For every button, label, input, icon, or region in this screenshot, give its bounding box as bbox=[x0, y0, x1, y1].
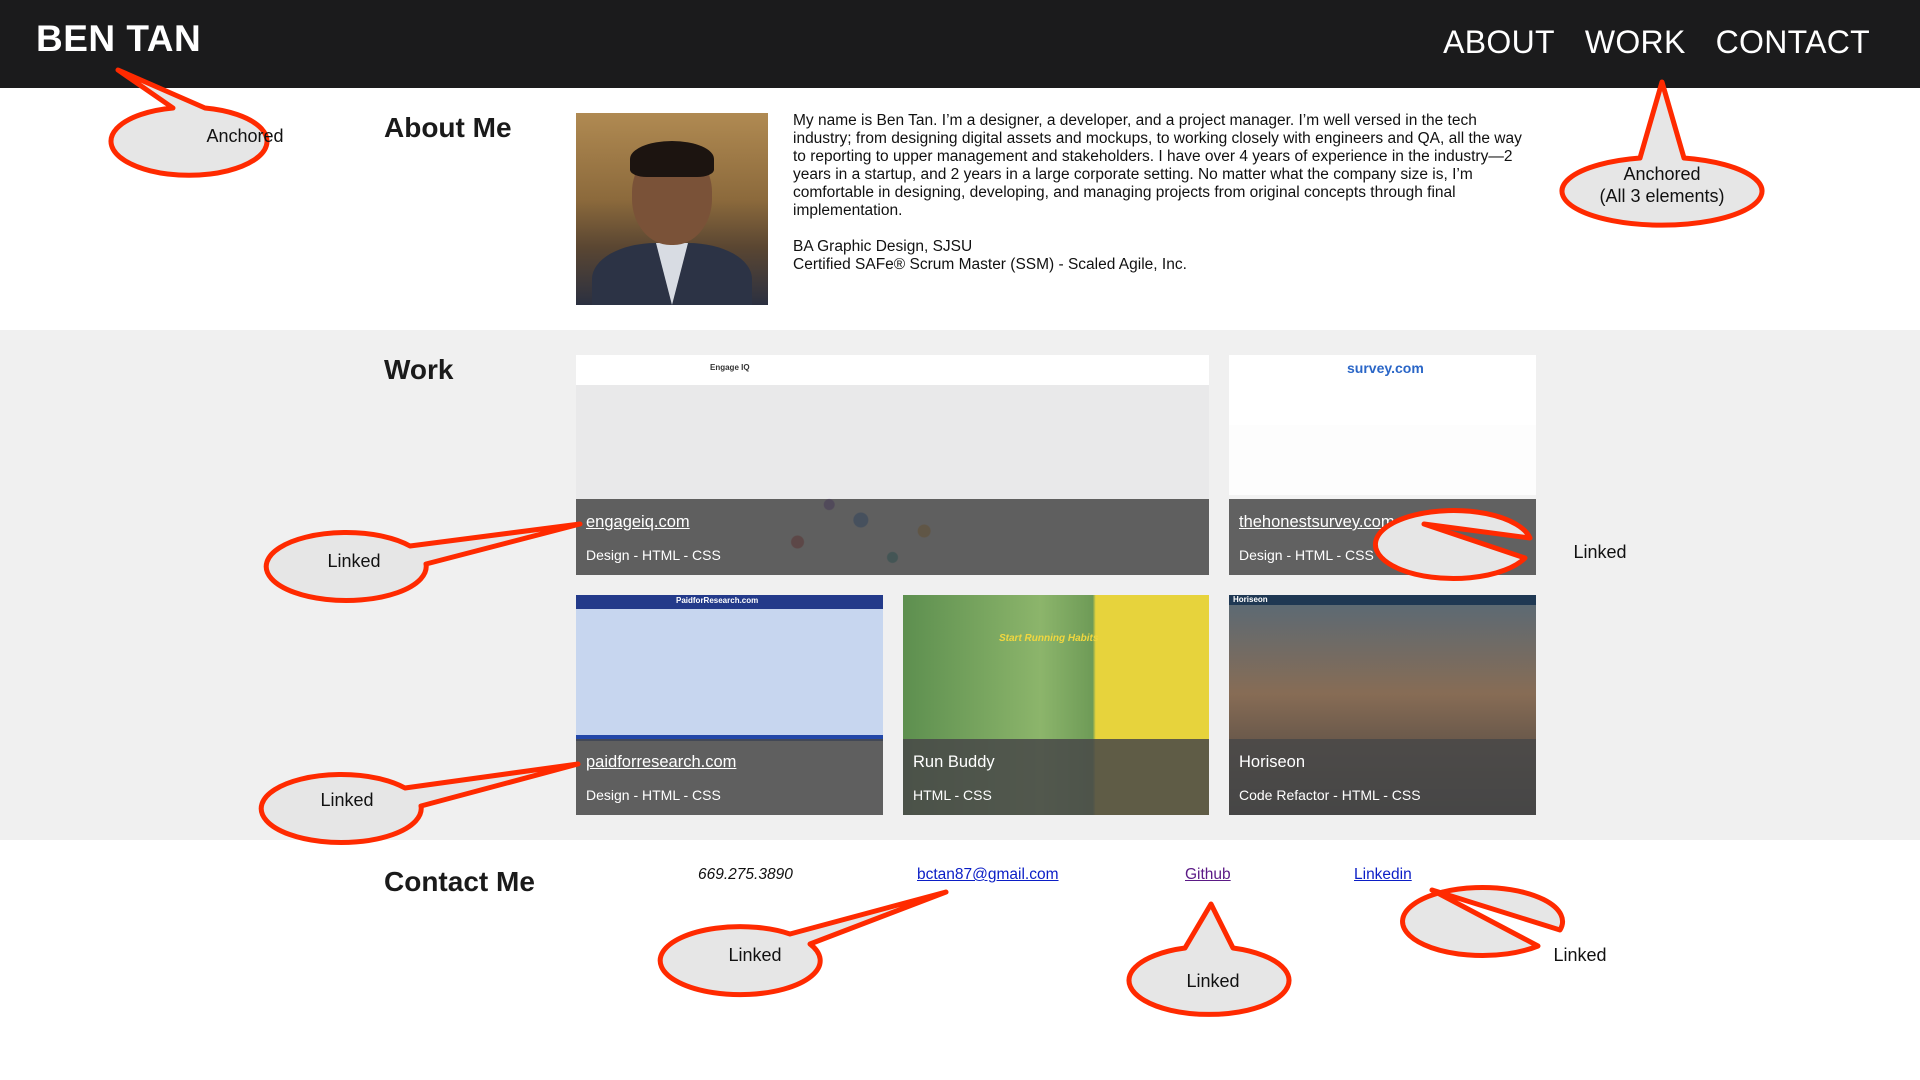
profile-photo bbox=[576, 113, 768, 305]
contact-section: Contact Me 669.275.3890 bctan87@gmail.co… bbox=[0, 840, 1920, 1080]
card-overlay: paidforresearch.com Design - HTML - CSS bbox=[576, 739, 883, 815]
linkedin-link[interactable]: Linkedin bbox=[1354, 866, 1412, 884]
runbuddy-title: Run Buddy bbox=[913, 753, 995, 771]
card-overlay: thehonestsurvey.com Design - HTML - CSS bbox=[1229, 499, 1536, 575]
card-tags: Design - HTML - CSS bbox=[1239, 547, 1374, 563]
brand-link[interactable]: BEN TAN bbox=[36, 18, 201, 60]
card-tags: Design - HTML - CSS bbox=[586, 547, 721, 563]
horiseon-title: Horiseon bbox=[1239, 753, 1306, 771]
callout-github-text: Linked bbox=[1186, 971, 1240, 991]
card-tags: Design - HTML - CSS bbox=[586, 787, 721, 803]
contact-title: Contact Me bbox=[384, 866, 535, 897]
card-tags: Code Refactor - HTML - CSS bbox=[1239, 787, 1421, 803]
work-card-paidforresearch[interactable]: PaidforResearch.com paidforresearch.com … bbox=[576, 595, 883, 815]
honestsurvey-thumb-logo: survey.com bbox=[1347, 360, 1424, 376]
main-nav: ABOUT WORK CONTACT bbox=[1443, 24, 1870, 61]
card-tags: HTML - CSS bbox=[913, 787, 992, 803]
about-section: About Me My name is Ben Tan. I’m a desig… bbox=[0, 88, 1920, 330]
callout-nav-line1: Anchored bbox=[1623, 164, 1701, 184]
nav-work[interactable]: WORK bbox=[1585, 24, 1686, 61]
bio-text: My name is Ben Tan. I’m a designer, a de… bbox=[793, 112, 1522, 219]
work-section: Work Engage IQ engageiq.com Design - HTM… bbox=[0, 330, 1920, 840]
nav-contact[interactable]: CONTACT bbox=[1716, 24, 1870, 61]
nav-about[interactable]: ABOUT bbox=[1443, 24, 1555, 61]
callout-email-text: Linked bbox=[728, 945, 782, 965]
horiseon-thumb-logo: Horiseon bbox=[1233, 595, 1268, 604]
paidforresearch-link[interactable]: paidforresearch.com bbox=[586, 753, 736, 772]
github-link[interactable]: Github bbox=[1185, 866, 1231, 884]
callout-brand-text: Anchored bbox=[206, 126, 284, 146]
about-bio: My name is Ben Tan. I’m a designer, a de… bbox=[793, 112, 1538, 274]
runbuddy-thumb-headline: Start Running Habits bbox=[999, 633, 1099, 644]
card-overlay: Horiseon Code Refactor - HTML - CSS bbox=[1229, 739, 1536, 815]
paidforresearch-thumb-logo: PaidforResearch.com bbox=[676, 596, 759, 605]
callout-paidforresearch-text: Linked bbox=[320, 790, 374, 810]
callout-linkedin-text: Linked bbox=[1553, 945, 1607, 965]
site-header: BEN TAN ABOUT WORK CONTACT bbox=[0, 0, 1920, 88]
about-title: About Me bbox=[384, 112, 512, 143]
work-card-engageiq[interactable]: Engage IQ engageiq.com Design - HTML - C… bbox=[576, 355, 1209, 575]
card-overlay: Run Buddy HTML - CSS bbox=[903, 739, 1209, 815]
certification-text: Certified SAFe® Scrum Master (SSM) - Sca… bbox=[793, 256, 1187, 273]
card-overlay: engageiq.com Design - HTML - CSS bbox=[576, 499, 1209, 575]
work-title: Work bbox=[384, 354, 454, 385]
education-text: BA Graphic Design, SJSU bbox=[793, 238, 973, 255]
callout-nav-text: Anchored (All 3 elements) bbox=[1599, 163, 1724, 207]
phone-number: 669.275.3890 bbox=[698, 866, 793, 883]
work-card-runbuddy[interactable]: Start Running Habits Run Buddy HTML - CS… bbox=[903, 595, 1209, 815]
engageiq-link[interactable]: engageiq.com bbox=[586, 513, 690, 532]
honestsurvey-link[interactable]: thehonestsurvey.com bbox=[1239, 513, 1395, 532]
callout-nav-line2: (All 3 elements) bbox=[1599, 186, 1725, 206]
engageiq-thumb-logo: Engage IQ bbox=[710, 363, 750, 372]
callout-honestsurvey-text: Linked bbox=[1573, 542, 1627, 562]
work-card-honestsurvey[interactable]: survey.com thehonestsurvey.com Design - … bbox=[1229, 355, 1536, 575]
work-card-horiseon[interactable]: Horiseon Horiseon Code Refactor - HTML -… bbox=[1229, 595, 1536, 815]
email-link[interactable]: bctan87@gmail.com bbox=[917, 866, 1059, 884]
callout-engageiq-text: Linked bbox=[327, 551, 381, 571]
